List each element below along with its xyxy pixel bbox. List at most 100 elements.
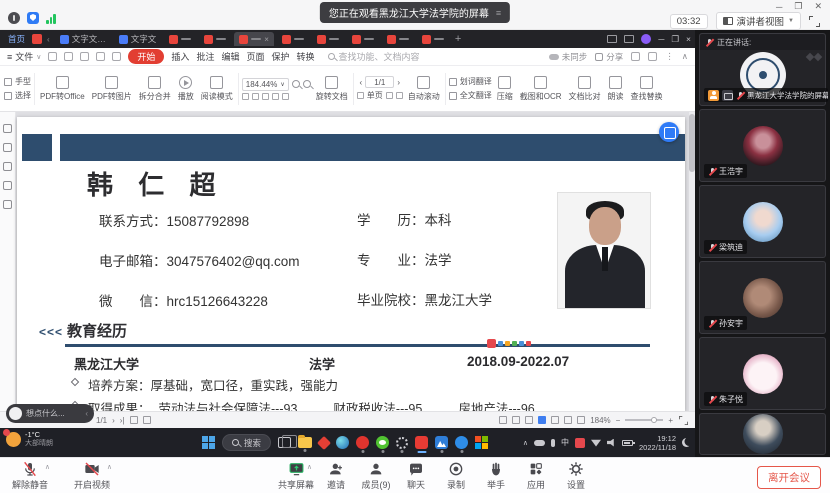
tab-doc-1[interactable]: 文字文…	[55, 32, 111, 46]
battery-icon[interactable]	[622, 440, 633, 446]
menu-start[interactable]: 开始	[128, 49, 164, 64]
participant-tile[interactable]: 朱子悦	[699, 337, 826, 410]
maximize-icon[interactable]: ❐	[794, 1, 802, 12]
menu-page[interactable]: 页面	[246, 50, 264, 63]
photos-app-icon[interactable]	[435, 436, 448, 449]
chat-button[interactable]: 聊天	[398, 461, 434, 491]
hidden-icons-chevron[interactable]: ∧	[523, 439, 528, 447]
settings-app-icon[interactable]	[396, 437, 408, 449]
file-explorer-icon[interactable]	[298, 437, 312, 448]
sync-status[interactable]: 未同步	[549, 51, 588, 63]
doc-compare-button[interactable]: 文档比对	[567, 76, 603, 102]
menu-insert[interactable]: 插入	[171, 50, 189, 63]
account-avatar[interactable]	[641, 34, 651, 44]
statusbar-zoom[interactable]: 184%	[590, 416, 610, 425]
attachment-icon[interactable]	[3, 181, 12, 190]
fullscreen-icon[interactable]	[809, 16, 820, 27]
zoom-slider-knob[interactable]	[651, 417, 657, 423]
chevron-up-icon[interactable]: ∧	[307, 463, 312, 471]
full-translate-button[interactable]: 全文翻译	[449, 90, 492, 101]
weather-widget[interactable]: -1°C 大部晴朗	[6, 431, 53, 448]
tab-pdf[interactable]	[347, 32, 379, 46]
function-search[interactable]: 查找功能、文档内容	[328, 50, 420, 63]
rotate-right-icon[interactable]	[282, 93, 289, 100]
invite-button[interactable]: 邀请	[318, 461, 354, 491]
menu-comment[interactable]: 批注	[196, 50, 214, 63]
taskbar-search[interactable]: 搜索	[222, 434, 271, 451]
open-icon[interactable]	[48, 52, 57, 61]
crop-icon[interactable]	[262, 93, 269, 100]
tab-pdf[interactable]	[382, 32, 414, 46]
start-video-button[interactable]: ∧ 开启视频	[70, 461, 114, 491]
red-diamond-app-icon[interactable]	[319, 438, 329, 448]
next-page-icon[interactable]: ›	[397, 78, 400, 87]
hand-tool-button[interactable]: 手型	[4, 76, 31, 87]
minimize-icon[interactable]: ─	[776, 2, 782, 12]
zoom-in-icon[interactable]	[303, 80, 311, 88]
zoom-plus-icon[interactable]: +	[668, 416, 673, 425]
split-merge-button[interactable]: 拆分合并	[137, 76, 173, 102]
cloud-tray-icon[interactable]	[534, 440, 545, 446]
red-circle-app-icon[interactable]	[356, 436, 369, 449]
sogou-ime-icon[interactable]	[575, 438, 585, 448]
wps-minimize-icon[interactable]: ─	[658, 34, 664, 44]
comment-icon[interactable]	[3, 162, 12, 171]
speaker-icon[interactable]	[607, 439, 616, 447]
view-mode-icon[interactable]	[564, 416, 572, 424]
focus-assist-moon-icon[interactable]	[682, 438, 691, 447]
read-mode-button[interactable]: 阅读模式	[199, 76, 235, 102]
settings-button[interactable]: 设置	[558, 461, 594, 491]
wps-promo-icon[interactable]	[32, 34, 42, 44]
undo-icon[interactable]	[96, 52, 105, 61]
tab-doc-2[interactable]: 文字文	[114, 32, 162, 46]
page-layout-icon[interactable]	[143, 416, 151, 424]
leave-meeting-button[interactable]: 离开会议	[757, 466, 821, 489]
menu-protect[interactable]: 保护	[271, 50, 289, 63]
network-signal-icon[interactable]	[46, 13, 56, 24]
tool-icon[interactable]	[512, 416, 520, 424]
tab-pdf-active[interactable]: ×	[234, 32, 274, 46]
rotate-doc-button[interactable]: 旋转文档	[314, 76, 350, 102]
scrollbar-track[interactable]	[689, 112, 695, 411]
find-replace-button[interactable]: 查找替换	[629, 76, 665, 102]
wps-close-icon[interactable]: ×	[686, 34, 691, 44]
participant-tile[interactable]: 孙安宇	[699, 261, 826, 334]
pdf-to-image-button[interactable]: PDF转图片	[90, 76, 134, 102]
bookmark-icon[interactable]	[3, 124, 12, 133]
doc-icon[interactable]	[525, 416, 533, 424]
workspace-icon[interactable]	[607, 35, 617, 43]
chevron-up-icon[interactable]: ∧	[107, 463, 112, 471]
wps-app-icon[interactable]	[415, 436, 428, 449]
play-slideshow-icon[interactable]	[538, 416, 546, 424]
screenshot-ocr-button[interactable]: 截图和OCR	[518, 76, 564, 102]
wps-assistant-float-button[interactable]	[659, 122, 679, 142]
zoom-minus-icon[interactable]: −	[616, 416, 621, 425]
rotate-left-icon[interactable]	[272, 93, 279, 100]
read-aloud-button[interactable]: 朗读	[606, 76, 626, 102]
participant-tile-sharing[interactable]: 正在讲话: 黑龙江大学法学院的屏幕共享	[699, 33, 826, 106]
mic-tray-icon[interactable]	[551, 439, 555, 447]
resume-page[interactable]: 韩 仁 超 联系方式：15087792898 电子邮箱：3047576402@q…	[17, 117, 685, 411]
redo-icon[interactable]	[112, 52, 121, 61]
tab-pdf[interactable]	[312, 32, 344, 46]
wifi-icon[interactable]	[591, 439, 601, 447]
comments-icon[interactable]	[648, 52, 657, 61]
collapse-left-icon[interactable]: ‹	[85, 409, 88, 418]
participant-tile[interactable]: 王浩宇	[699, 109, 826, 182]
zoom-slider[interactable]	[625, 419, 663, 421]
next-page-icon[interactable]: ›	[112, 416, 115, 425]
meeting-info-icon[interactable]	[8, 12, 20, 24]
ime-indicator[interactable]: 中	[561, 437, 569, 448]
double-page-icon[interactable]	[386, 92, 393, 99]
continuous-icon[interactable]	[396, 92, 403, 99]
zoom-value-select[interactable]: 184.44%∨	[242, 78, 289, 91]
word-translate-button[interactable]: 划词翻译	[449, 76, 492, 87]
fit-screen-icon[interactable]	[679, 416, 688, 425]
raise-hand-button[interactable]: 举手	[478, 461, 514, 491]
apps-button[interactable]: 应用	[518, 461, 554, 491]
image-icon[interactable]	[3, 143, 12, 152]
tool-icon[interactable]	[499, 416, 507, 424]
fit-page-icon[interactable]	[242, 93, 249, 100]
tab-pdf[interactable]	[417, 32, 449, 46]
settings-icon[interactable]	[631, 52, 640, 61]
